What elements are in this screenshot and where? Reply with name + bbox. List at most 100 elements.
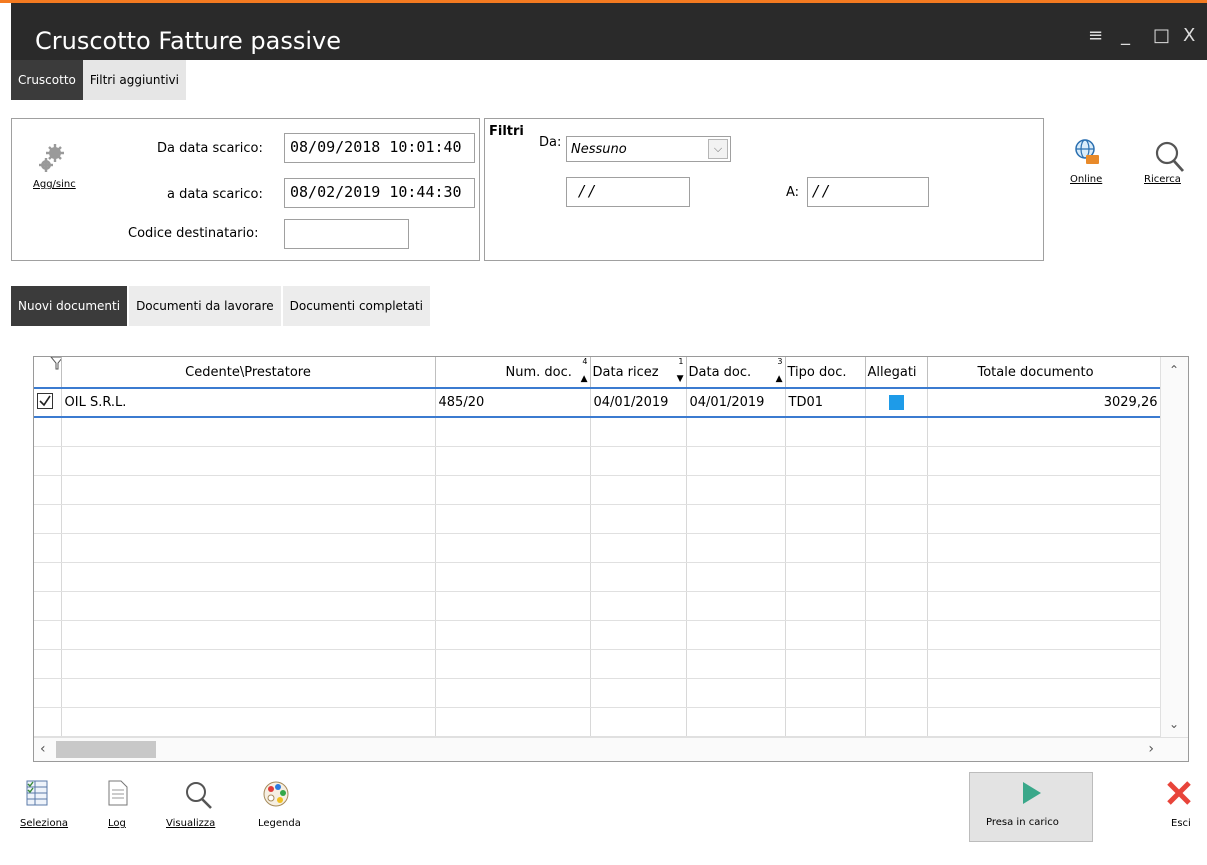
table-row bbox=[34, 678, 1162, 708]
minimize-button[interactable]: _ bbox=[1121, 25, 1130, 46]
ricerca-label: Ricerca bbox=[1144, 174, 1181, 185]
column-label: Cedente\Prestatore bbox=[185, 364, 311, 380]
table-row bbox=[34, 620, 1162, 650]
gears-icon bbox=[39, 144, 64, 172]
cell-allegati[interactable] bbox=[865, 387, 928, 418]
code-label: Codice destinatario: bbox=[128, 226, 259, 241]
legenda-button[interactable]: Legenda bbox=[250, 780, 310, 836]
filters-title: Filtri bbox=[489, 124, 524, 139]
filters-panel: Filtri Da: Nessuno ⌵ / / A: / / bbox=[484, 118, 1044, 261]
filter-icon bbox=[50, 357, 60, 370]
ricerca-button[interactable]: Ricerca bbox=[1144, 138, 1196, 194]
from-date-field[interactable]: 08/09/2018 10:01:40 bbox=[284, 133, 475, 163]
column-header-num-doc[interactable]: Num. doc. 4 ▲ bbox=[435, 357, 591, 389]
tab-cruscotto[interactable]: Cruscotto bbox=[11, 60, 83, 100]
checkbox-checked-icon bbox=[37, 392, 53, 409]
sync-panel: Agg/sinc Da data scarico: 08/09/2018 10:… bbox=[11, 118, 480, 261]
play-icon bbox=[1023, 782, 1041, 804]
visualizza-label: Visualizza bbox=[166, 818, 216, 829]
table-row bbox=[34, 649, 1162, 679]
close-x-icon bbox=[1167, 781, 1191, 805]
magnifier-icon bbox=[186, 782, 212, 809]
title-bar: Cruscotto Fatture passive ≡ _ □ X bbox=[11, 3, 1207, 60]
close-button[interactable]: X bbox=[1183, 25, 1195, 46]
to-date-field[interactable]: 08/02/2019 10:44:30 bbox=[284, 178, 475, 208]
column-header-data-doc[interactable]: Data doc. 3 ▲ bbox=[686, 357, 786, 389]
to-date-label: a data scarico: bbox=[167, 187, 263, 202]
table-row bbox=[34, 533, 1162, 563]
table-row bbox=[34, 591, 1162, 621]
column-label: Tipo doc. bbox=[787, 364, 847, 380]
agg-sinc-label: Agg/sinc bbox=[33, 179, 76, 190]
search-icon bbox=[1155, 141, 1185, 172]
sort-down-icon: ▼ bbox=[676, 374, 684, 384]
row-checkbox[interactable] bbox=[34, 387, 62, 418]
top-tabs: Cruscotto Filtri aggiuntivi bbox=[11, 60, 186, 100]
documents-grid[interactable]: Cedente\Prestatore Num. doc. 4 ▲ Data rice… bbox=[33, 356, 1189, 762]
column-header-allegati[interactable]: Allegati bbox=[865, 357, 928, 389]
column-label: Data doc. bbox=[688, 364, 752, 380]
column-header-tipo-doc[interactable]: Tipo doc. bbox=[785, 357, 866, 389]
documents-table: Cedente\Prestatore Num. doc. 4 ▲ Data rice… bbox=[34, 357, 1162, 737]
column-header-totale[interactable]: Totale documento bbox=[927, 357, 1162, 389]
da-select-value: Nessuno bbox=[571, 142, 627, 157]
globe-icon bbox=[1075, 139, 1099, 164]
scroll-right-icon[interactable]: › bbox=[1148, 741, 1154, 757]
tab-documenti-da-lavorare[interactable]: Documenti da lavorare bbox=[129, 286, 281, 326]
menu-icon[interactable]: ≡ bbox=[1088, 25, 1103, 46]
da-select[interactable]: Nessuno ⌵ bbox=[566, 136, 731, 162]
table-row bbox=[34, 562, 1162, 592]
sort-order: 3 bbox=[777, 357, 783, 366]
column-header-cedente[interactable]: Cedente\Prestatore bbox=[61, 357, 436, 389]
chevron-down-icon[interactable]: ⌵ bbox=[708, 139, 728, 159]
vertical-scrollbar[interactable]: ⌃ ⌄ bbox=[1160, 357, 1188, 761]
date-from-field[interactable]: / / bbox=[566, 177, 690, 207]
maximize-button[interactable]: □ bbox=[1153, 25, 1170, 46]
scroll-up-icon[interactable]: ⌃ bbox=[1169, 363, 1179, 377]
online-label: Online bbox=[1070, 174, 1103, 185]
column-label: Totale documento bbox=[977, 364, 1094, 380]
scroll-left-icon[interactable]: ‹ bbox=[40, 741, 46, 757]
date-to-field[interactable]: / / bbox=[807, 177, 929, 207]
document-tabs: Nuovi documenti Documenti da lavorare Do… bbox=[11, 286, 431, 326]
legenda-label: Legenda bbox=[258, 818, 301, 829]
table-row[interactable]: OIL S.R.L. 485/20 04/01/2019 04/01/2019 … bbox=[34, 387, 1162, 418]
select-grid-icon bbox=[26, 780, 48, 806]
column-header-data-ricez[interactable]: Data ricez 1 ▼ bbox=[590, 357, 687, 389]
agg-sinc-button[interactable]: Agg/sinc bbox=[22, 137, 77, 197]
sort-order: 1 bbox=[678, 357, 684, 366]
horizontal-scroll-thumb[interactable] bbox=[56, 741, 156, 758]
presa-in-carico-label: Presa in carico bbox=[986, 817, 1059, 828]
log-button[interactable]: Log bbox=[104, 780, 134, 836]
table-row bbox=[34, 475, 1162, 505]
esci-label: Esci bbox=[1171, 818, 1191, 829]
column-label: Data ricez bbox=[592, 364, 659, 380]
tab-filtri-aggiuntivi[interactable]: Filtri aggiuntivi bbox=[82, 60, 186, 100]
code-field[interactable] bbox=[284, 219, 409, 249]
table-row bbox=[34, 417, 1162, 447]
column-filter-header[interactable] bbox=[34, 357, 62, 389]
horizontal-scrollbar[interactable]: ‹ › bbox=[34, 737, 1188, 761]
table-row bbox=[34, 504, 1162, 534]
seleziona-label: Seleziona bbox=[20, 818, 69, 829]
palette-icon bbox=[263, 781, 289, 807]
online-button[interactable]: Online bbox=[1066, 138, 1110, 194]
scroll-down-icon[interactable]: ⌄ bbox=[1169, 717, 1179, 731]
seleziona-button[interactable]: Seleziona bbox=[20, 780, 82, 836]
visualizza-button[interactable]: Visualizza bbox=[160, 780, 220, 836]
a-label: A: bbox=[786, 185, 800, 200]
cell-num-doc: 485/20 bbox=[435, 387, 591, 418]
esci-button[interactable]: Esci bbox=[1163, 780, 1199, 836]
da-label: Da: bbox=[539, 135, 562, 150]
sort-order: 4 bbox=[582, 357, 588, 366]
column-label: Allegati bbox=[867, 364, 917, 380]
cell-totale: 3029,26 bbox=[927, 387, 1162, 418]
attachment-indicator-icon bbox=[888, 395, 904, 410]
cell-data-doc: 04/01/2019 bbox=[686, 387, 786, 418]
table-row bbox=[34, 446, 1162, 476]
log-label: Log bbox=[108, 818, 126, 829]
presa-in-carico-button[interactable]: Presa in carico bbox=[969, 772, 1093, 842]
tab-documenti-completati[interactable]: Documenti completati bbox=[282, 286, 431, 326]
tab-nuovi-documenti[interactable]: Nuovi documenti bbox=[11, 286, 128, 326]
document-icon bbox=[108, 780, 128, 806]
